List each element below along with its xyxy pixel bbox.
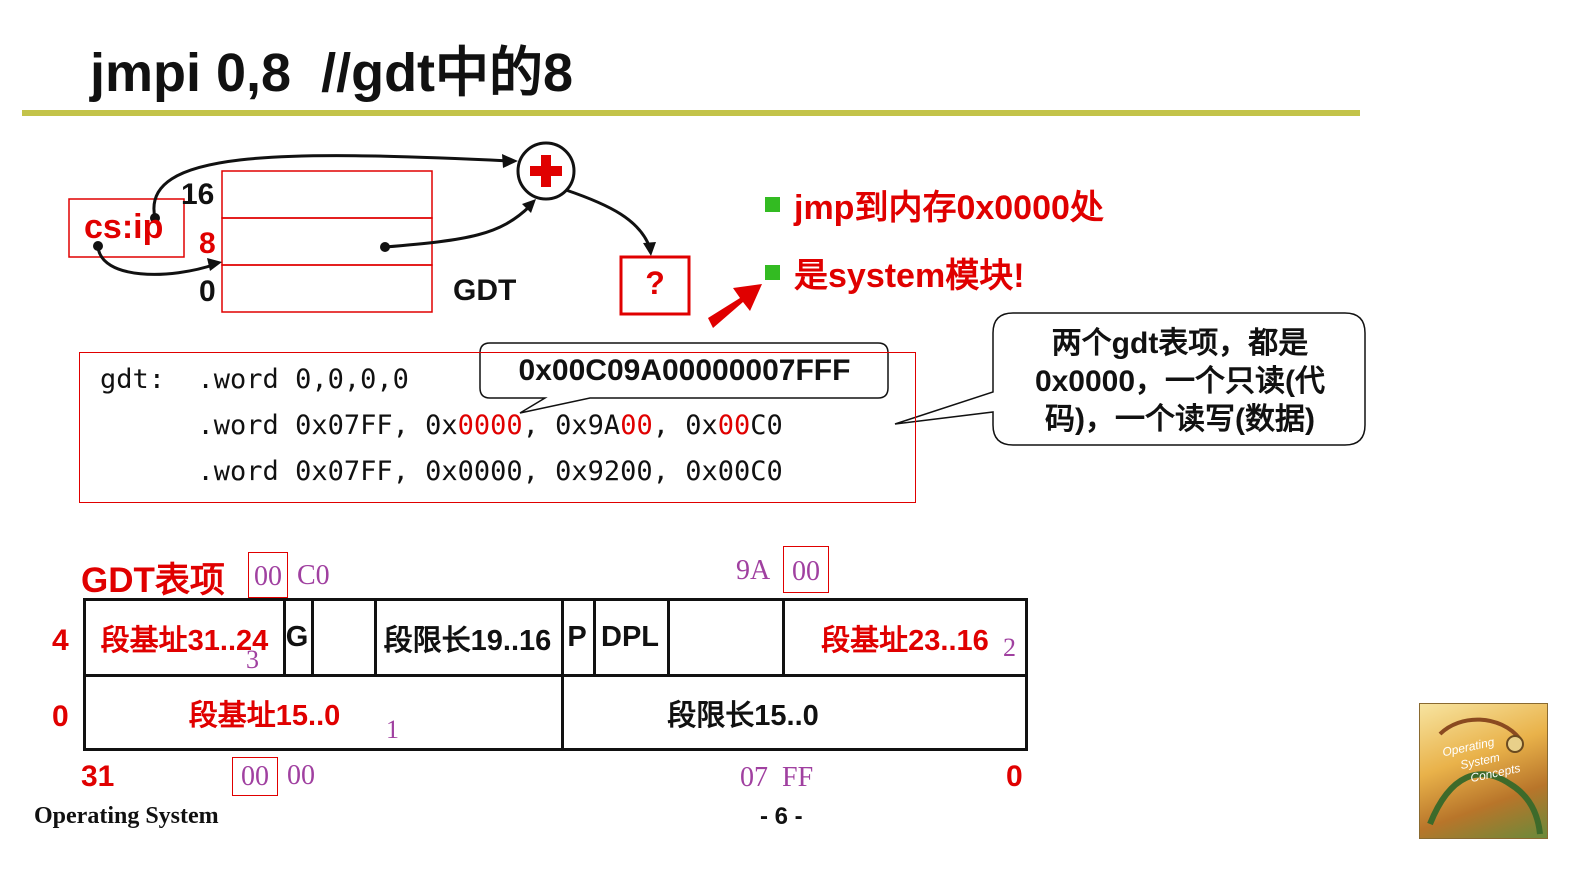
- slot8-to-plus-arrow: [384, 204, 532, 249]
- gdt-byte-bottom-boxed: 00: [232, 757, 278, 796]
- gdt-byte-bottom-2: 07 FF: [740, 762, 814, 793]
- footer-course-name: Operating System: [34, 803, 219, 829]
- gdt-code-line-2: .word 0x07FF, 0x0000, 0x9A00, 0x00C0: [100, 410, 783, 441]
- cell-limit-19-16: 段限长19..16: [383, 624, 552, 657]
- plus-to-target-arrow: [565, 188, 652, 249]
- slot8-dot: [380, 242, 390, 252]
- cell-p: P: [567, 621, 587, 653]
- col-sep: [667, 601, 670, 674]
- ip-to-plus-arrowhead: [502, 154, 518, 168]
- code-seg: , 0x: [652, 410, 718, 441]
- gdt-entry-table: 段基址31..24 G 段限长19..16 P DPL 段基址23..16 段基…: [83, 598, 1028, 751]
- book-cover-image: Operating System Concepts: [1419, 703, 1548, 839]
- code-seg: .word 0x07FF, 0x: [100, 410, 458, 441]
- code-highlight: 00: [620, 410, 653, 441]
- note-text: 两个gdt表项，都是 0x0000，一个只读(代 码)，一个读写(数据): [1000, 325, 1360, 439]
- note-line: 两个gdt表项，都是: [1051, 327, 1309, 360]
- code-seg: C0: [750, 410, 783, 441]
- page-number: - 6 -: [760, 803, 803, 830]
- plus-to-target-arrowhead: [643, 242, 656, 256]
- red-pointer-arrow: [708, 284, 762, 328]
- code-highlight: 00: [717, 410, 751, 441]
- bullet-system-module: 是system模块!: [765, 248, 1025, 297]
- gdt-code-line-1: gdt: .word 0,0,0,0: [100, 364, 409, 395]
- bullet-text: 是system模块!: [794, 257, 1025, 295]
- note-line: 码)，一个读写(数据): [1045, 403, 1315, 436]
- target-question-mark: ?: [645, 265, 665, 301]
- adder-plus-v: [541, 155, 551, 187]
- bit-label-31: 31: [81, 760, 115, 793]
- byte-order-marker-3: 3: [246, 645, 259, 674]
- gdt-code-line-3: .word 0x07FF, 0x0000, 0x9200, 0x00C0: [100, 456, 783, 487]
- cell-base-23-16: 段基址23..16: [821, 624, 989, 657]
- note-line: 0x0000，一个只读(代: [1034, 365, 1326, 398]
- gdt-slot-16: [221, 170, 433, 219]
- cs-ip-label: cs:ip: [84, 208, 164, 246]
- gdt-entry-heading: GDT表项: [81, 561, 225, 600]
- cell-limit-15-0: 段限长15..0: [667, 699, 819, 732]
- gdt-row-label-0: 0: [52, 700, 69, 733]
- gdt-index-8: 8: [199, 227, 216, 260]
- cell-dpl: DPL: [601, 621, 659, 653]
- bullet-square-icon: [765, 265, 780, 280]
- hex-callout-text: 0x00C09A00000007FFF: [518, 353, 851, 387]
- gdt-row-label-4: 4: [52, 624, 69, 657]
- gdt-byte-top-left-boxed: 00: [248, 552, 288, 598]
- bullet-text: jmp到内存0x0000处: [794, 189, 1104, 227]
- gdt-byte-top-left: C0: [297, 560, 330, 591]
- code-seg: , 0x9A: [522, 410, 621, 441]
- bullet-square-icon: [765, 197, 780, 212]
- bit-label-0: 0: [1006, 760, 1023, 793]
- bullet-jump-target: jmp到内存0x0000处: [765, 180, 1104, 229]
- gdt-slot-0: [221, 264, 433, 313]
- byte-order-marker-1: 1: [386, 715, 399, 744]
- gdt-index-0: 0: [199, 275, 216, 308]
- byte-order-marker-2: 2: [1003, 633, 1016, 662]
- gdt-byte-bottom-1: 00: [287, 760, 315, 791]
- gdt-label: GDT: [453, 274, 517, 307]
- gdt-byte-top-right: 9A: [736, 555, 771, 586]
- gdt-slot-8: [221, 217, 433, 266]
- col-sep: [311, 601, 314, 674]
- code-highlight: 0000: [457, 410, 523, 441]
- cell-g: G: [285, 621, 309, 653]
- gdt-index-16: 16: [181, 178, 215, 211]
- gdt-byte-top-right-boxed: 00: [783, 546, 829, 593]
